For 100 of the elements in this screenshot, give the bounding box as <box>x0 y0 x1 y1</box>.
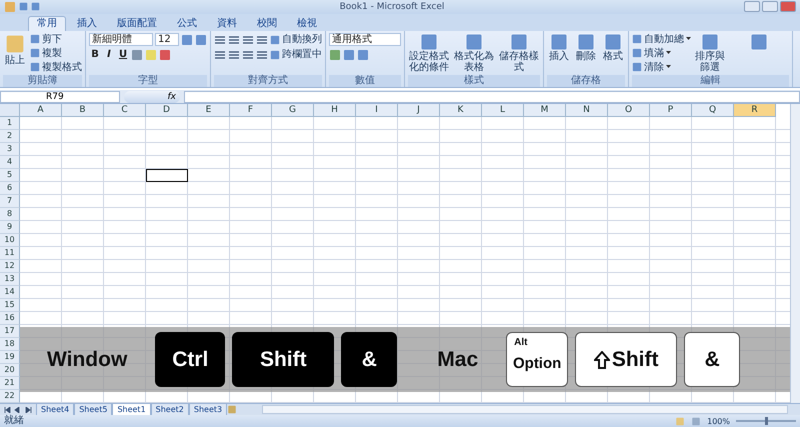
style-toggle-button[interactable]: I <box>103 48 115 62</box>
group-label: 編輯 <box>632 75 789 88</box>
font-size-field[interactable]: 12 <box>155 33 179 46</box>
align-icon[interactable] <box>228 48 240 61</box>
column-header[interactable]: R <box>734 104 776 117</box>
align-icon[interactable] <box>256 48 268 61</box>
ribbon-command[interactable]: 格式 <box>601 32 625 62</box>
group-label: 字型 <box>89 75 207 88</box>
ribbon-command[interactable]: 儲存格樣式 <box>498 32 540 73</box>
row-header[interactable]: 7 <box>0 195 20 208</box>
column-header[interactable]: Q <box>692 104 734 117</box>
style-toggle-button[interactable]: B <box>89 48 101 62</box>
column-header[interactable]: G <box>272 104 314 117</box>
column-header[interactable]: L <box>482 104 524 117</box>
row-header[interactable]: 6 <box>0 182 20 195</box>
column-header[interactable]: A <box>20 104 62 117</box>
sheet-tab[interactable]: Sheet4 <box>36 404 74 416</box>
column-header[interactable]: P <box>650 104 692 117</box>
sheet-navigation-icon[interactable] <box>4 406 32 412</box>
ribbon-tab[interactable]: 版面配置 <box>108 16 166 31</box>
column-header[interactable]: C <box>104 104 146 117</box>
row-header[interactable]: 11 <box>0 247 20 260</box>
align-icon[interactable] <box>214 34 226 46</box>
row-header[interactable]: 14 <box>0 286 20 299</box>
align-icon[interactable] <box>242 34 254 46</box>
ribbon-tab[interactable]: 常用 <box>28 16 66 31</box>
ribbon-tab[interactable]: 插入 <box>68 16 106 31</box>
ribbon-command[interactable]: 填滿 <box>632 46 691 60</box>
square-icon <box>357 48 369 61</box>
ribbon-tab[interactable]: 檢視 <box>288 16 326 31</box>
row-header[interactable]: 19 <box>0 351 20 364</box>
align-icon[interactable] <box>242 48 254 61</box>
vertical-scrollbar[interactable] <box>790 104 800 403</box>
column-header[interactable]: M <box>524 104 566 117</box>
row-header[interactable]: 8 <box>0 208 20 221</box>
ribbon-command[interactable]: 清除 <box>632 60 691 74</box>
formula-field[interactable] <box>184 90 800 103</box>
column-header[interactable]: B <box>62 104 104 117</box>
row-header[interactable]: 17 <box>0 325 20 338</box>
insert-function-button[interactable]: fx <box>124 90 180 103</box>
row-header[interactable]: 13 <box>0 273 20 286</box>
column-header[interactable]: H <box>314 104 356 117</box>
platform-label: Mac <box>437 348 478 372</box>
ribbon-command[interactable]: 複製 <box>30 46 82 60</box>
align-icon[interactable] <box>228 34 240 46</box>
sheet-tab[interactable]: Sheet1 <box>112 404 151 416</box>
row-header[interactable]: 12 <box>0 260 20 273</box>
square-icon <box>632 62 642 72</box>
row-header[interactable]: 9 <box>0 221 20 234</box>
sort-filter-button[interactable]: 排序與篩選 <box>694 32 726 73</box>
row-header[interactable]: 21 <box>0 377 20 390</box>
paste-button[interactable]: 貼上 <box>3 32 27 66</box>
selected-cell[interactable] <box>146 169 188 182</box>
name-box[interactable]: R79 <box>0 90 120 103</box>
ribbon-tab[interactable]: 校閱 <box>248 16 286 31</box>
style-toggle-button[interactable]: U <box>117 48 129 62</box>
column-header[interactable]: O <box>608 104 650 117</box>
row-header[interactable]: 3 <box>0 143 20 156</box>
column-header[interactable]: E <box>188 104 230 117</box>
horizontal-scrollbar[interactable] <box>262 405 788 414</box>
status-text: 就緒 <box>4 415 24 427</box>
row-header[interactable]: 10 <box>0 234 20 247</box>
ribbon-command[interactable]: 設定格式化的條件 <box>408 32 450 73</box>
ribbon-command[interactable]: 自動加總 <box>632 32 691 46</box>
row-header[interactable]: 15 <box>0 299 20 312</box>
ribbon-command[interactable]: 格式化為表格 <box>453 32 495 73</box>
zoom-slider-thumb[interactable] <box>765 417 768 425</box>
sheet-tab[interactable]: Sheet5 <box>74 404 112 416</box>
group-label: 儲存格 <box>547 75 625 88</box>
column-header[interactable]: J <box>398 104 440 117</box>
column-header[interactable]: F <box>230 104 272 117</box>
row-header[interactable]: 4 <box>0 156 20 169</box>
ribbon-command[interactable]: 自動換列 <box>270 33 322 46</box>
row-header[interactable]: 2 <box>0 130 20 143</box>
number-format-field[interactable]: 通用格式 <box>329 33 401 46</box>
row-header[interactable]: 20 <box>0 364 20 377</box>
column-header[interactable]: K <box>440 104 482 117</box>
ribbon-command[interactable]: 跨欄置中 <box>270 48 322 62</box>
sheet-tab[interactable]: Sheet2 <box>150 404 189 416</box>
column-header[interactable]: N <box>566 104 608 117</box>
ribbon-tab[interactable]: 公式 <box>168 16 206 31</box>
ribbon-command[interactable]: 插入 <box>547 32 571 62</box>
column-header[interactable]: I <box>356 104 398 117</box>
ribbon-tab[interactable]: 資料 <box>208 16 246 31</box>
row-header[interactable]: 22 <box>0 390 20 403</box>
row-header[interactable]: 5 <box>0 169 20 182</box>
group-label: 數值 <box>329 75 401 88</box>
column-header[interactable]: D <box>146 104 188 117</box>
ribbon-command[interactable]: 複製格式 <box>30 60 82 74</box>
close-button[interactable] <box>780 1 796 12</box>
sheet-tab[interactable]: Sheet3 <box>188 404 228 416</box>
font-name-field[interactable]: 新細明體 <box>89 33 153 46</box>
row-header[interactable]: 16 <box>0 312 20 325</box>
keyboard-key: Shift <box>575 332 678 387</box>
ribbon-command[interactable]: 刪除 <box>574 32 598 62</box>
ribbon-command[interactable]: 剪下 <box>30 32 82 46</box>
align-icon[interactable] <box>256 34 268 46</box>
row-header[interactable]: 1 <box>0 117 20 130</box>
row-header[interactable]: 18 <box>0 338 20 351</box>
align-icon[interactable] <box>214 48 226 61</box>
